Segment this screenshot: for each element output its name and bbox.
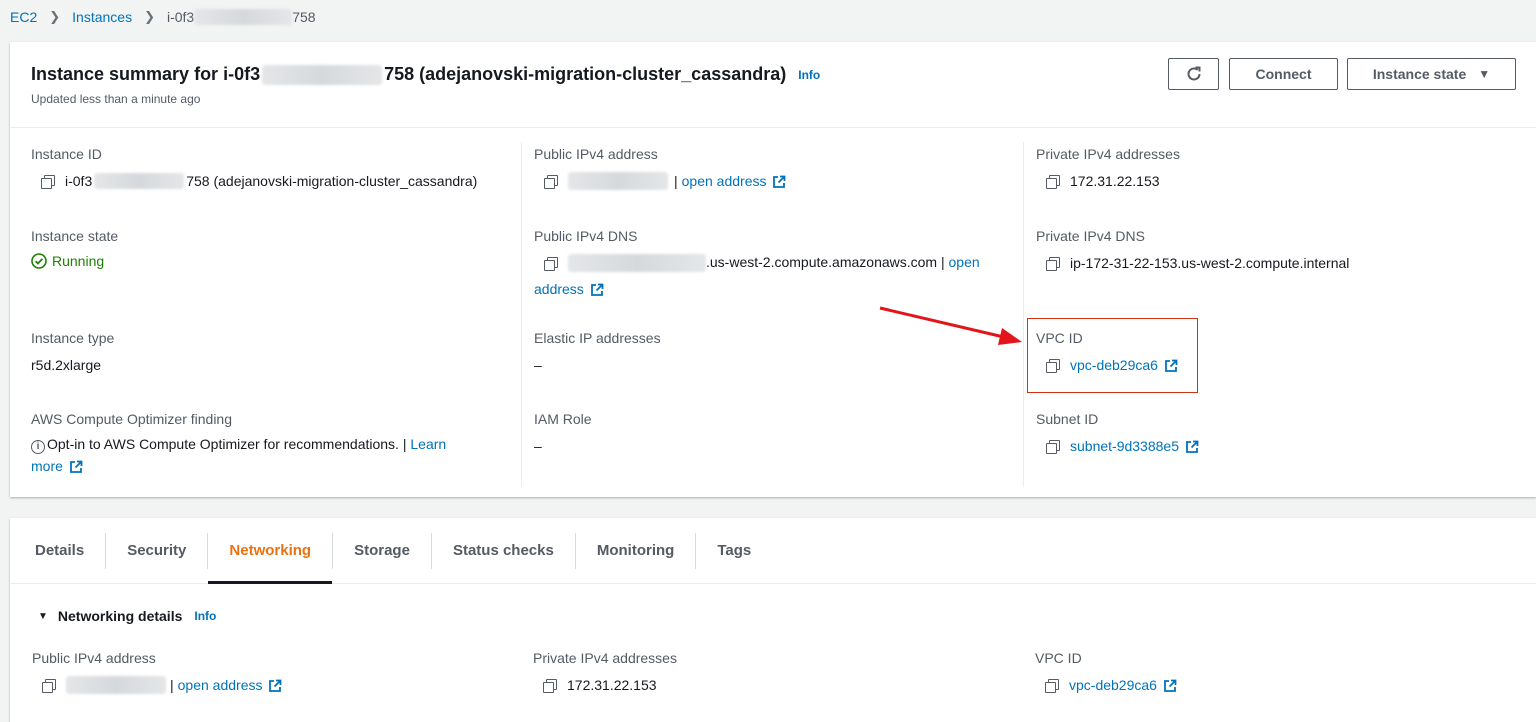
field-subnet-id: Subnet ID subnet-9d3388e5 (1036, 409, 1199, 457)
subnet-id-link[interactable]: subnet-9d3388e5 (1070, 435, 1199, 457)
vpc-id-link[interactable]: vpc-deb29ca6 (1069, 674, 1177, 696)
networking-details-heading[interactable]: ▼ Networking details Info (38, 608, 216, 624)
field-iam-role: IAM Role – (534, 411, 592, 454)
net-field-public-ipv4: Public IPv4 address | open address (32, 648, 282, 696)
updated-text: Updated less than a minute ago (31, 92, 201, 106)
connect-button[interactable]: Connect (1229, 58, 1338, 90)
details-tabs-panel: Details Security Networking Storage Stat… (10, 518, 1536, 722)
redacted-block (568, 172, 668, 190)
tab-bar: Details Security Networking Storage Stat… (10, 518, 1536, 584)
redacted-block (262, 64, 383, 85)
chevron-right-icon: ❯ (144, 9, 155, 24)
breadcrumb-instances[interactable]: Instances (72, 9, 132, 25)
external-link-icon (590, 283, 604, 297)
tab-storage[interactable]: Storage (333, 532, 432, 569)
breadcrumb: EC2 ❯ Instances ❯ i-0f3 758 (10, 6, 316, 28)
copy-icon[interactable] (1044, 255, 1060, 271)
info-link[interactable]: Info (798, 68, 820, 82)
summary-column-3: Private IPv4 addresses 172.31.22.153 Pri… (1023, 142, 1523, 487)
field-public-dns: Public IPv4 DNS .us-west-2.compute.amazo… (534, 228, 980, 297)
tab-networking[interactable]: Networking (208, 532, 334, 584)
tab-monitoring[interactable]: Monitoring (576, 532, 697, 569)
field-private-ipv4: Private IPv4 addresses 172.31.22.153 (1036, 146, 1180, 189)
check-circle-icon (31, 253, 47, 269)
tab-tags[interactable]: Tags (696, 533, 772, 569)
vpc-id-highlight-box (1027, 318, 1198, 393)
redacted-block (66, 676, 166, 694)
redacted-block (194, 9, 293, 25)
refresh-icon (1187, 66, 1200, 81)
summary-column-2: Public IPv4 address | open address Publi… (521, 142, 1023, 487)
field-instance-state: Instance state Running (31, 226, 118, 272)
external-link-icon (268, 679, 282, 693)
tab-status-checks[interactable]: Status checks (432, 532, 576, 569)
net-field-private-ipv4: Private IPv4 addresses 172.31.22.153 (533, 650, 677, 693)
copy-icon[interactable] (541, 677, 557, 693)
tab-details[interactable]: Details (14, 532, 107, 569)
field-instance-type: Instance type r5d.2xlarge (31, 330, 115, 373)
instance-summary-panel: Instance summary for i-0f3 758 (adejanov… (10, 42, 1536, 497)
page-title: Instance summary for i-0f3 758 (adejanov… (31, 64, 821, 85)
external-link-icon (1185, 440, 1199, 454)
redacted-block (568, 254, 706, 273)
breadcrumb-ec2[interactable]: EC2 (10, 9, 37, 25)
copy-icon[interactable] (40, 677, 56, 693)
external-link-icon (772, 175, 786, 189)
copy-icon[interactable] (1044, 438, 1060, 454)
caret-down-icon: ▼ (1478, 67, 1491, 81)
caret-down-icon: ▼ (38, 610, 48, 622)
external-link-icon (69, 460, 83, 474)
chevron-right-icon: ❯ (49, 9, 61, 24)
info-icon: i (31, 440, 45, 454)
open-address-link[interactable]: open address (178, 674, 283, 696)
copy-icon[interactable] (542, 173, 558, 189)
copy-icon[interactable] (542, 255, 558, 272)
tab-security[interactable]: Security (106, 532, 209, 569)
field-instance-id: Instance ID i-0f3 758 (adejanovski-migra… (31, 146, 478, 189)
field-elastic-ip: Elastic IP addresses – (534, 330, 661, 373)
copy-icon[interactable] (1043, 677, 1059, 693)
redacted-block (94, 173, 185, 189)
breadcrumb-current: i-0f3 758 (166, 9, 316, 25)
info-link[interactable]: Info (194, 609, 216, 623)
external-link-icon (1163, 679, 1177, 693)
open-address-link[interactable]: open address (682, 170, 787, 192)
copy-icon[interactable] (39, 173, 55, 189)
field-compute-optimizer: AWS Compute Optimizer finding i Opt-in to… (31, 411, 447, 474)
net-field-vpc-id: VPC ID vpc-deb29ca6 (1035, 648, 1177, 696)
status-badge: Running (31, 250, 118, 272)
refresh-button[interactable] (1168, 58, 1219, 90)
field-private-dns: Private IPv4 DNS ip-172-31-22-153.us-wes… (1036, 228, 1350, 271)
summary-header: Instance summary for i-0f3 758 (adejanov… (10, 42, 1536, 128)
instance-state-button[interactable]: Instance state ▼ (1347, 58, 1516, 90)
field-public-ipv4: Public IPv4 address | open address (534, 144, 786, 192)
copy-icon[interactable] (1044, 173, 1060, 189)
